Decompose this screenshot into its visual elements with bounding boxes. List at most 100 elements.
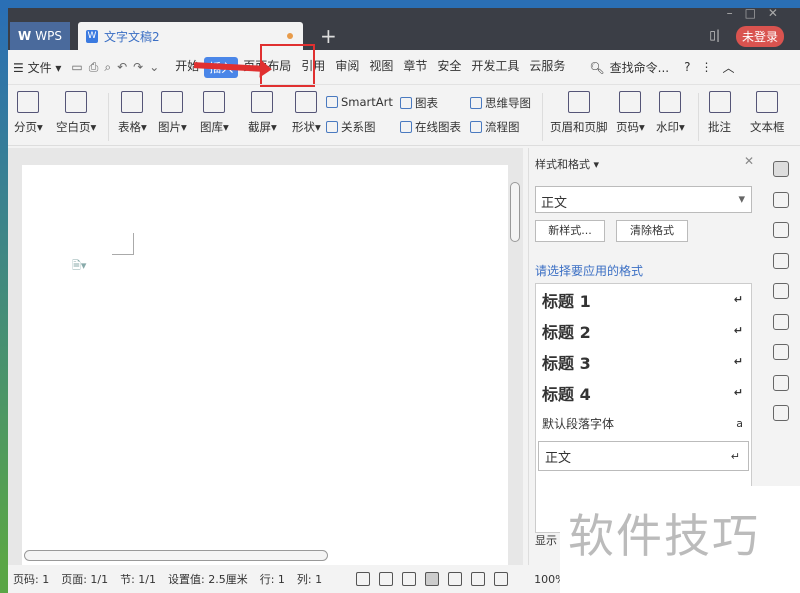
window-controls[interactable]: –□✕ — [727, 6, 790, 20]
page-number[interactable]: 页码: 1 — [13, 571, 49, 587]
ribbon-divider — [698, 93, 699, 141]
share-icon[interactable] — [773, 344, 789, 360]
row[interactable]: 行: 1 — [260, 571, 285, 587]
style-item[interactable]: 标题 2 ↵ — [536, 315, 751, 346]
ribbon-small-icon — [400, 97, 412, 109]
ribbon-small-button[interactable]: 关系图 — [326, 119, 376, 135]
ribbon-small-icon — [470, 97, 482, 109]
page-view-icon[interactable] — [425, 572, 440, 586]
horizontal-scrollbar[interactable] — [24, 550, 328, 561]
ribbon-small-icon — [326, 96, 338, 108]
image-icon[interactable] — [773, 283, 789, 299]
vertical-scrollbar[interactable] — [510, 182, 520, 242]
style-prompt: 请选择要应用的格式 — [535, 264, 644, 278]
outline-view-icon[interactable] — [448, 572, 463, 586]
panel-title[interactable]: 样式和格式 ▾ — [535, 156, 599, 172]
quick-access-icons[interactable]: ▭⎙⌕↶↷⌄ — [66, 60, 170, 75]
style-item[interactable]: 默认段落字体 a — [536, 408, 751, 439]
margin-corner-mark — [112, 233, 134, 255]
ribbon-small-button[interactable]: 流程图 — [470, 119, 520, 135]
menu-tab[interactable]: 安全 — [432, 57, 466, 78]
menu-tab[interactable]: 章节 — [398, 57, 432, 78]
select-icon[interactable] — [773, 191, 789, 208]
style-item[interactable]: 标题 1 ↵ — [536, 284, 751, 315]
ribbon-icon — [756, 91, 779, 113]
ribbon-button[interactable]: 截屏▾ — [248, 91, 277, 135]
ribbon-small-button[interactable]: 图表 — [400, 95, 438, 111]
ribbon-icon — [295, 91, 318, 113]
more-icon[interactable]: ⋮ — [695, 60, 717, 74]
pen-icon[interactable] — [402, 572, 417, 586]
ribbon-icon — [161, 91, 184, 113]
menu-tab[interactable]: 开发工具 — [466, 57, 524, 78]
ribbon-icon — [17, 91, 40, 113]
ribbon-small-button[interactable]: SmartArt — [326, 95, 393, 109]
ribbon-small-icon — [326, 121, 338, 133]
menu-tab[interactable]: 视图 — [364, 57, 398, 78]
ribbon-icon — [251, 91, 274, 113]
ribbon-button[interactable]: 批注 — [708, 91, 731, 135]
paragraph-options-icon[interactable]: 🗎▾ — [72, 257, 86, 276]
new-tab-button[interactable]: + — [320, 24, 337, 48]
ribbon-button[interactable]: 图片▾ — [158, 91, 187, 135]
clear-format-button[interactable]: 清除格式 — [616, 220, 688, 242]
login-button[interactable]: 未登录 — [735, 26, 784, 47]
archive-icon[interactable] — [773, 374, 789, 391]
menu-tab[interactable]: 审阅 — [330, 57, 364, 78]
ribbon-button[interactable]: 表格▾ — [118, 91, 147, 135]
web-view-icon[interactable] — [471, 572, 486, 586]
document-icon: W — [86, 29, 98, 43]
menu-bar: ☰ 文件 ▾ ▭⎙⌕↶↷⌄ 开始插入页面布局引用审阅视图章节安全开发工具云服务 … — [8, 50, 800, 84]
ribbon-button[interactable]: 空白页▾ — [56, 91, 96, 135]
setting-value[interactable]: 设置值: 2.5厘米 — [168, 571, 248, 587]
ribbon-small-icon — [470, 121, 482, 133]
ribbon-small-icon — [400, 121, 412, 133]
ribbon-button[interactable]: 形状▾ — [292, 91, 321, 135]
star-icon[interactable] — [773, 313, 789, 330]
history-icon[interactable] — [773, 405, 789, 421]
page-count[interactable]: 页面: 1/1 — [61, 571, 108, 587]
ribbon-button[interactable]: 页眉和页脚 — [550, 91, 608, 135]
unsaved-dot — [287, 33, 293, 39]
ribbon-button[interactable]: 图库▾ — [200, 91, 229, 135]
ribbon-button[interactable]: 分页▾ — [14, 91, 43, 135]
reading-mode-icon[interactable] — [379, 572, 394, 586]
collapse-ribbon-icon[interactable]: ︿ — [717, 59, 739, 76]
fullscreen-icon[interactable] — [356, 572, 371, 586]
style-item[interactable]: 标题 3 ↵ — [536, 346, 751, 377]
ribbon-small-button[interactable]: 在线图表 — [400, 119, 461, 135]
ribbon-icon — [619, 91, 642, 113]
ribbon-icon — [203, 91, 226, 113]
ribbon-icon — [659, 91, 682, 113]
show-label[interactable]: 显示 — [535, 532, 557, 548]
ribbon-button[interactable]: 水印▾ — [656, 91, 685, 135]
shape-icon[interactable] — [773, 222, 789, 238]
document-area: 🗎▾ — [8, 148, 523, 565]
help-button[interactable]: ? — [679, 60, 695, 74]
document-page[interactable]: 🗎▾ — [22, 165, 508, 565]
insert-ribbon: 分页▾ 空白页▾ 表格▾ 图片▾ 图库▾ 截屏▾ 形状▾ 页眉和页脚 页码▾ 水印▾ 批注 文本框 Sm… — [8, 84, 800, 146]
style-icon[interactable] — [773, 161, 789, 177]
ribbon-button[interactable]: 页码▾ — [616, 91, 645, 135]
column[interactable]: 列: 1 — [297, 571, 322, 587]
search-commands[interactable]: 🔍︎ 查找命令... — [584, 59, 679, 76]
device-icon[interactable]: ▯| — [709, 28, 720, 42]
wps-home-tab[interactable]: W WPS — [10, 22, 70, 50]
ribbon-icon — [65, 91, 88, 113]
style-item[interactable]: 标题 4 ↵ — [536, 377, 751, 408]
ribbon-divider — [108, 93, 109, 141]
new-style-button[interactable]: 新样式... — [535, 220, 605, 242]
file-menu[interactable]: ☰ 文件 ▾ — [8, 59, 66, 76]
ribbon-small-button[interactable]: 思维导图 — [470, 95, 531, 111]
title-bar: –□✕ W WPS W 文字文稿2 + ▯| 未登录 — [8, 6, 800, 50]
menu-tab[interactable]: 云服务 — [524, 57, 570, 78]
close-icon[interactable]: ✕ — [744, 154, 754, 168]
settings-icon[interactable] — [773, 252, 789, 269]
current-style-select[interactable]: 正文 — [535, 186, 752, 213]
section[interactable]: 节: 1/1 — [120, 571, 156, 587]
eye-protection-icon[interactable] — [494, 572, 509, 586]
watermark: 软件技巧 — [560, 486, 800, 593]
style-item[interactable]: 正文 ↵ — [538, 441, 749, 471]
ribbon-button[interactable]: 文本框 — [750, 91, 785, 135]
ribbon-divider — [542, 93, 543, 141]
